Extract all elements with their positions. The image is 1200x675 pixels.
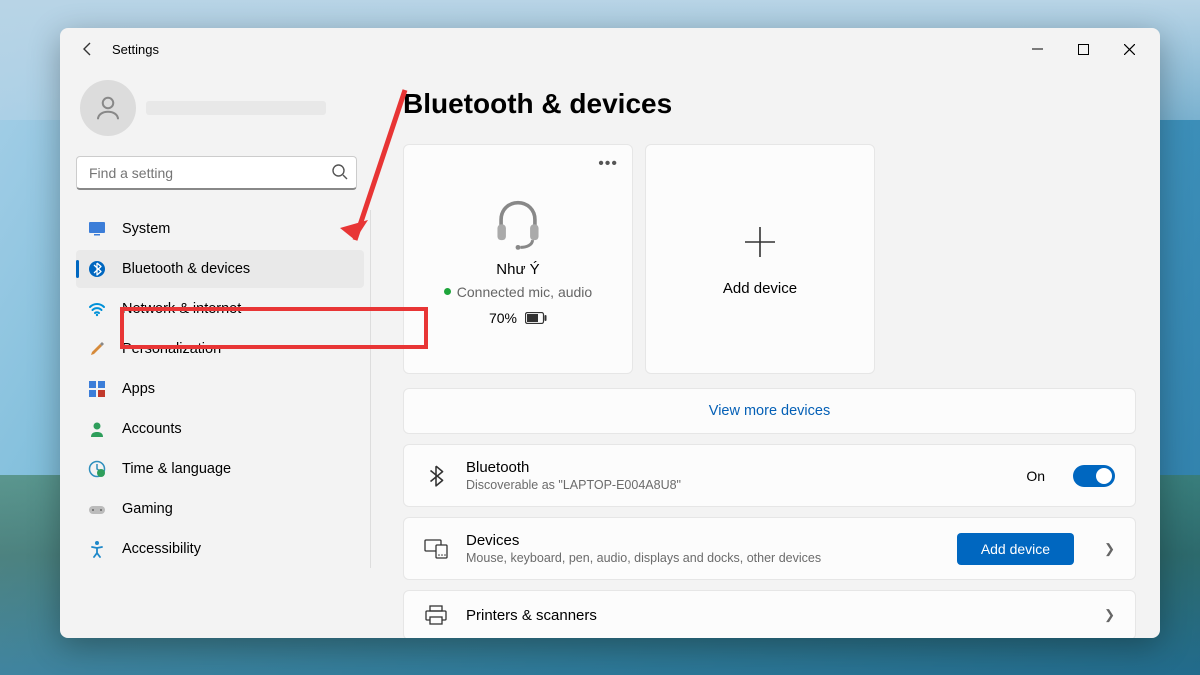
sidebar-item-label: Apps (122, 381, 155, 397)
maximize-icon (1078, 44, 1089, 55)
gamepad-icon (88, 500, 106, 518)
nav-list: System Bluetooth & devices Network & int… (76, 210, 371, 568)
wifi-icon (88, 300, 106, 318)
sidebar-item-system[interactable]: System (76, 210, 364, 248)
row-title: Printers & scanners (466, 607, 1074, 624)
bluetooth-outline-icon (424, 465, 448, 487)
sidebar-item-time-language[interactable]: Time & language (76, 450, 364, 488)
add-device-label: Add device (723, 280, 797, 297)
sidebar-item-bluetooth-devices[interactable]: Bluetooth & devices (76, 250, 364, 288)
sidebar-item-label: Time & language (122, 461, 231, 477)
sidebar-item-apps[interactable]: Apps (76, 370, 364, 408)
page-title: Bluetooth & devices (403, 88, 1136, 120)
sidebar-item-accounts[interactable]: Accounts (76, 410, 364, 448)
sidebar-item-label: Network & internet (122, 301, 241, 317)
sidebar-item-label: Gaming (122, 501, 173, 517)
devices-icon (424, 539, 448, 559)
add-device-button[interactable]: Add device (957, 533, 1074, 565)
row-title: Bluetooth (466, 459, 1008, 476)
avatar (80, 80, 136, 136)
display-icon (88, 220, 106, 238)
add-device-card[interactable]: Add device (645, 144, 875, 374)
search-icon (331, 163, 349, 186)
chevron-right-icon: ❯ (1104, 607, 1115, 623)
sidebar-item-label: Bluetooth & devices (122, 261, 250, 277)
clock-globe-icon (88, 460, 106, 478)
accessibility-icon (88, 540, 106, 558)
sidebar-item-label: Accessibility (122, 541, 201, 557)
sidebar-item-label: Personalization (122, 341, 221, 357)
user-icon (93, 93, 123, 123)
sidebar-item-personalization[interactable]: Personalization (76, 330, 364, 368)
printers-scanners-row[interactable]: Printers & scanners ❯ (403, 590, 1136, 638)
battery-icon (525, 312, 547, 324)
search-box (76, 156, 357, 190)
connected-status-dot-icon (444, 288, 451, 295)
sidebar: System Bluetooth & devices Network & int… (60, 70, 375, 638)
user-account-row[interactable] (76, 80, 371, 136)
main-content: Bluetooth & devices ••• Như Ý Connected … (375, 70, 1160, 638)
view-more-devices-link[interactable]: View more devices (403, 388, 1136, 434)
bluetooth-icon (88, 260, 106, 278)
maximize-button[interactable] (1060, 29, 1106, 69)
window-title: Settings (112, 42, 159, 57)
toggle-state-label: On (1026, 468, 1045, 484)
more-options-button[interactable]: ••• (598, 155, 618, 173)
device-battery: 70% (489, 310, 547, 326)
apps-icon (88, 380, 106, 398)
settings-window: Settings Syste (60, 28, 1160, 638)
minimize-button[interactable] (1014, 29, 1060, 69)
chevron-right-icon: ❯ (1104, 541, 1115, 557)
sidebar-item-accessibility[interactable]: Accessibility (76, 530, 364, 568)
sidebar-item-label: Accounts (122, 421, 182, 437)
accounts-icon (88, 420, 106, 438)
row-description: Discoverable as "LAPTOP-E004A8U8" (466, 478, 1008, 492)
device-status: Connected mic, audio (444, 284, 592, 300)
close-icon (1124, 44, 1135, 55)
sidebar-item-label: System (122, 221, 170, 237)
sidebar-item-network[interactable]: Network & internet (76, 290, 364, 328)
headset-icon (489, 193, 547, 251)
devices-row[interactable]: Devices Mouse, keyboard, pen, audio, dis… (403, 517, 1136, 580)
printer-icon (424, 605, 448, 625)
row-title: Devices (466, 532, 939, 549)
minimize-icon (1032, 44, 1043, 55)
user-name-placeholder (146, 101, 326, 115)
close-button[interactable] (1106, 29, 1152, 69)
sidebar-item-gaming[interactable]: Gaming (76, 490, 364, 528)
bluetooth-toggle-row[interactable]: Bluetooth Discoverable as "LAPTOP-E004A8… (403, 444, 1136, 507)
plus-icon (740, 222, 780, 262)
arrow-left-icon (80, 41, 96, 57)
bluetooth-toggle[interactable] (1073, 465, 1115, 487)
device-name: Như Ý (496, 261, 539, 278)
back-button[interactable] (68, 29, 108, 69)
paired-device-card[interactable]: ••• Như Ý Connected mic, audio 70% (403, 144, 633, 374)
paintbrush-icon (88, 340, 106, 358)
row-description: Mouse, keyboard, pen, audio, displays an… (466, 551, 939, 565)
search-input[interactable] (76, 156, 357, 190)
titlebar: Settings (60, 28, 1160, 70)
